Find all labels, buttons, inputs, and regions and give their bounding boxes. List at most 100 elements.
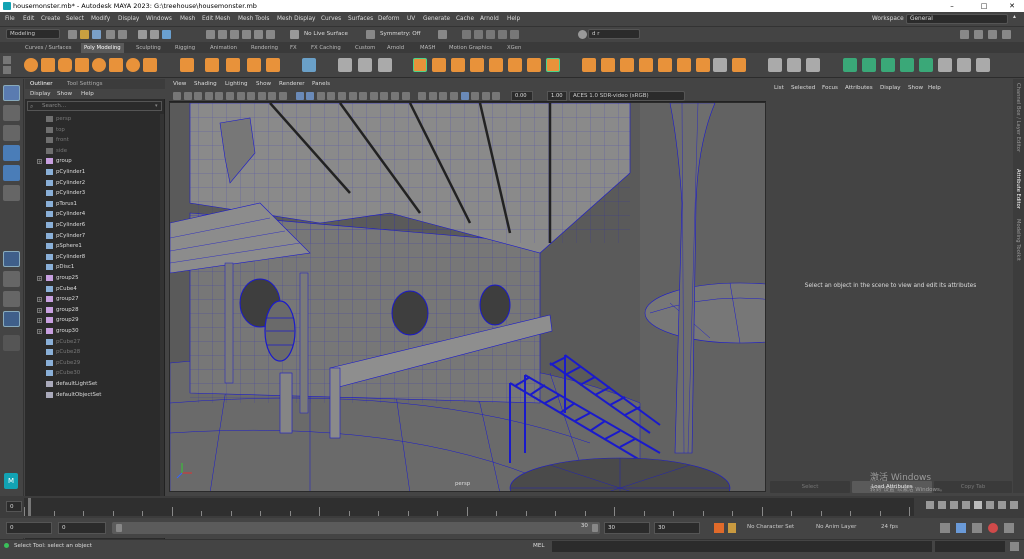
camera-select-icon[interactable] (173, 92, 181, 100)
menu-windows[interactable]: Windows (146, 16, 172, 22)
go-to-end-icon[interactable] (1010, 501, 1018, 509)
shadows-icon[interactable] (348, 92, 357, 100)
outliner-item[interactable]: pCylinder1 (25, 167, 165, 178)
backface-icon[interactable] (450, 92, 458, 100)
cut-uv-icon[interactable] (957, 58, 971, 72)
super-shape-icon[interactable] (180, 58, 194, 72)
step-forward-frame-icon[interactable] (986, 501, 994, 509)
shelf-settings-icon[interactable] (3, 56, 11, 64)
snap-curve-icon[interactable] (218, 30, 227, 39)
character-set-dropdown[interactable]: No Character Set (744, 522, 810, 534)
attr-menu-display[interactable]: Display (880, 85, 901, 91)
quadrangulate-icon[interactable] (713, 58, 727, 72)
shade-selected-icon[interactable] (460, 92, 469, 100)
outliner-menu-display[interactable]: Display (30, 91, 51, 97)
tab-channel-box[interactable]: Channel Box / Layer Editor (1015, 83, 1021, 163)
undo-icon[interactable] (106, 30, 115, 39)
insert-edge-loop-icon[interactable] (620, 58, 634, 72)
shelf-tab-fx[interactable]: FX (287, 43, 300, 53)
tab-outliner[interactable]: Outliner (30, 81, 53, 87)
poly-torus-icon[interactable] (92, 58, 106, 72)
anti-alias-icon[interactable] (380, 92, 389, 100)
unfold-uv-icon[interactable] (919, 58, 933, 72)
script-editor-icon[interactable] (1010, 542, 1019, 551)
shelf-tab-arnold[interactable]: Arnold (384, 43, 407, 53)
poly-cone-icon[interactable] (75, 58, 89, 72)
symmetry-text[interactable]: Symmetry: Off (380, 31, 421, 37)
menu-mesh-tools[interactable]: Mesh Tools (238, 16, 269, 22)
sew-uv-icon[interactable] (976, 58, 990, 72)
sculpt-icon[interactable] (732, 58, 746, 72)
redo-icon[interactable] (118, 30, 127, 39)
layout-uv-icon[interactable] (938, 58, 952, 72)
outliner-item[interactable]: defaultObjectSet (25, 390, 165, 401)
single-perspective-layout-icon[interactable] (3, 251, 20, 267)
outliner-item[interactable]: pSphere1 (25, 241, 165, 252)
channel-box-toggle-icon[interactable] (1002, 30, 1011, 39)
menu-edit-mesh[interactable]: Edit Mesh (202, 16, 230, 22)
smooth-shade-icon[interactable] (306, 92, 315, 100)
outliner-menu-help[interactable]: Help (81, 91, 94, 97)
outliner-item[interactable]: pCube30 (25, 368, 165, 379)
exposure-field[interactable]: 0.00 (511, 91, 533, 101)
shelf-tab-poly-modeling[interactable]: Poly Modeling (81, 43, 124, 53)
outliner-item[interactable]: top (25, 125, 165, 136)
copy-tab-button[interactable]: Copy Tab (934, 481, 1012, 493)
lasso-tool-icon[interactable] (3, 105, 20, 121)
viewport-menu-lighting[interactable]: Lighting (225, 81, 248, 87)
anim-layer-dropdown[interactable]: No Anim Layer (813, 522, 873, 534)
maya-logo-icon[interactable]: M (4, 473, 18, 489)
anim-prefs-icon[interactable] (728, 523, 736, 533)
menu-create[interactable]: Create (41, 16, 60, 22)
outliner-item[interactable]: pCylinder8 (25, 252, 165, 263)
outliner-item[interactable]: pTorus1 (25, 199, 165, 210)
reduce-icon[interactable] (432, 58, 446, 72)
frame-selected-icon[interactable] (481, 92, 490, 100)
shelf-tab-rigging[interactable]: Rigging (172, 43, 198, 53)
color-mgmt-icon[interactable] (492, 92, 501, 100)
attribute-editor-toggle-icon[interactable] (974, 30, 983, 39)
outliner-item[interactable]: front (25, 135, 165, 146)
outliner-item[interactable]: + group25 (25, 273, 165, 284)
gate-mask-icon[interactable] (247, 92, 256, 100)
mel-command-input[interactable] (552, 541, 932, 552)
snap-grid-icon[interactable] (206, 30, 215, 39)
default-material-icon[interactable] (316, 92, 325, 100)
menu-uv[interactable]: UV (407, 16, 415, 22)
extrude-icon[interactable] (489, 58, 503, 72)
bookmark-icon[interactable] (194, 92, 203, 100)
menu-generate[interactable]: Generate (423, 16, 450, 22)
menu-modify[interactable]: Modify (91, 16, 110, 22)
uv-editor-icon[interactable] (302, 58, 316, 72)
poly-plane-icon[interactable] (109, 58, 123, 72)
arnold-render-icon[interactable] (510, 30, 519, 39)
automatic-uv-icon[interactable] (900, 58, 914, 72)
xray-active-icon[interactable] (439, 92, 448, 100)
menu-deform[interactable]: Deform (378, 16, 400, 22)
live-surface-icon[interactable] (290, 30, 299, 39)
menu-cache[interactable]: Cache (456, 16, 474, 22)
search-options-icon[interactable]: ▾ (155, 103, 158, 109)
xray-joints-icon[interactable] (428, 92, 437, 100)
poly-sphere-icon[interactable] (24, 58, 38, 72)
attr-menu-show[interactable]: Show (908, 85, 923, 91)
step-back-frame-icon[interactable] (950, 501, 958, 509)
tab-modeling-toolkit[interactable]: Modeling Toolkit (1015, 219, 1021, 269)
animation-start-field[interactable]: 0 (6, 522, 52, 534)
frame-all-icon[interactable] (471, 92, 480, 100)
folder-new-icon[interactable] (68, 30, 77, 39)
loop-icon[interactable] (940, 523, 950, 533)
spherical-uv-icon[interactable] (881, 58, 895, 72)
wireframe-icon[interactable] (295, 92, 304, 100)
select-by-component-icon[interactable] (162, 30, 171, 39)
symmetry-icon[interactable] (366, 30, 375, 39)
attr-menu-help[interactable]: Help (928, 85, 941, 91)
outliner-item[interactable]: pCylinder3 (25, 188, 165, 199)
fill-hole-icon[interactable] (527, 58, 541, 72)
outliner-item[interactable]: + group28 (25, 305, 165, 316)
planar-uv-icon[interactable] (843, 58, 857, 72)
text-tool-icon[interactable] (247, 58, 261, 72)
attr-menu-focus[interactable]: Focus (822, 85, 838, 91)
attr-menu-list[interactable]: List (774, 85, 784, 91)
select-tool-icon[interactable] (3, 85, 20, 101)
